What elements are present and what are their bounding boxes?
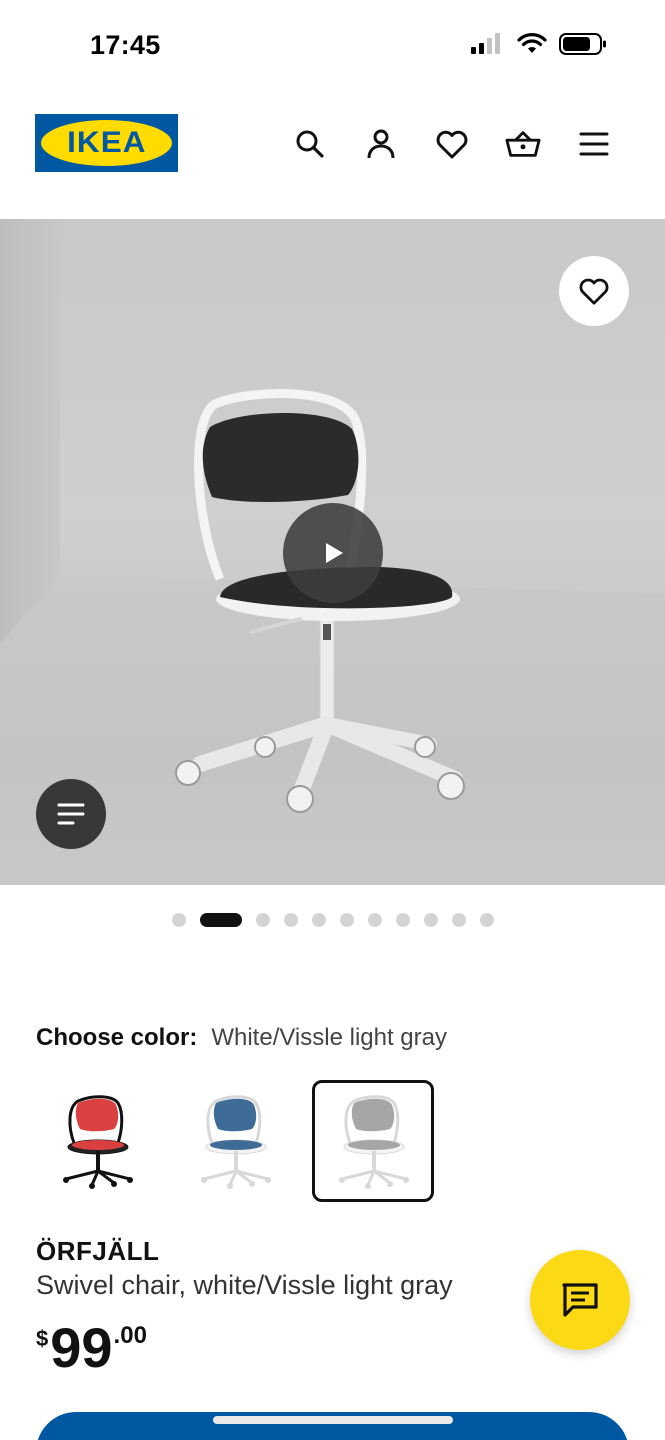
price-currency: $	[36, 1326, 49, 1351]
carousel-dot[interactable]	[423, 913, 438, 927]
color-swatch-blue-white[interactable]	[174, 1080, 296, 1202]
color-chooser-header: Choose color: White/Vissle light gray	[36, 1024, 447, 1052]
menu-icon	[579, 132, 609, 156]
chat-icon	[562, 1283, 598, 1317]
logo-oval: IKEA	[41, 120, 172, 166]
carousel-indicator	[0, 912, 665, 928]
product-description: Swivel chair, white/Vissle light gray	[36, 1270, 453, 1300]
info-lines-icon	[57, 803, 85, 825]
play-video-button[interactable]	[283, 503, 383, 603]
cellular-signal-icon	[471, 33, 500, 54]
battery-icon	[559, 33, 606, 55]
ikea-logo[interactable]: IKEA ®	[35, 114, 178, 172]
carousel-dot[interactable]	[311, 913, 326, 927]
product-media[interactable]	[0, 219, 665, 885]
favorite-toggle-button[interactable]	[559, 256, 629, 326]
header: IKEA ®	[0, 100, 665, 190]
price-integer: 99	[50, 1316, 113, 1379]
favorites-button[interactable]	[434, 124, 470, 164]
carousel-dot[interactable]	[451, 913, 466, 927]
product-details-button[interactable]	[36, 779, 106, 849]
heart-icon	[436, 130, 468, 159]
color-swatch-red-black[interactable]	[36, 1080, 158, 1202]
cart-icon	[505, 131, 541, 157]
carousel-dot[interactable]	[367, 913, 382, 927]
carousel-dot[interactable]	[255, 913, 270, 927]
home-indicator	[213, 1416, 453, 1424]
color-swatches	[36, 1080, 434, 1202]
wifi-icon	[517, 33, 547, 53]
chair-thumbnail	[63, 1095, 133, 1189]
carousel-dot[interactable]	[339, 913, 354, 927]
carousel-dot[interactable]	[283, 913, 298, 927]
chair-thumbnail	[201, 1095, 271, 1189]
color-swatch-white-light-gray[interactable]	[312, 1080, 434, 1202]
chair-thumbnail	[339, 1095, 409, 1189]
account-button[interactable]	[363, 124, 399, 164]
search-button[interactable]	[292, 124, 328, 164]
logo-text: IKEA	[66, 126, 147, 159]
cart-button[interactable]	[505, 124, 541, 164]
selected-color-value: White/Vissle light gray	[211, 1024, 447, 1051]
carousel-dot[interactable]	[171, 913, 186, 927]
account-icon	[367, 129, 395, 159]
chat-button[interactable]	[530, 1250, 630, 1350]
carousel-dot-active[interactable]	[199, 913, 242, 927]
color-chooser-label: Choose color:	[36, 1024, 198, 1051]
menu-button[interactable]	[576, 124, 612, 164]
carousel-dot[interactable]	[479, 913, 494, 927]
registered-mark: ®	[163, 125, 168, 131]
status-bar: 17:45	[0, 0, 665, 90]
product-price: $ 99 .00	[36, 1316, 147, 1380]
search-icon	[296, 130, 324, 158]
status-icons	[471, 32, 607, 56]
status-time: 17:45	[90, 30, 161, 60]
carousel-dot[interactable]	[395, 913, 410, 927]
price-decimal: .00	[113, 1322, 147, 1349]
play-icon	[326, 543, 343, 563]
heart-icon	[579, 278, 609, 305]
product-name: ÖRFJÄLL	[36, 1236, 160, 1266]
